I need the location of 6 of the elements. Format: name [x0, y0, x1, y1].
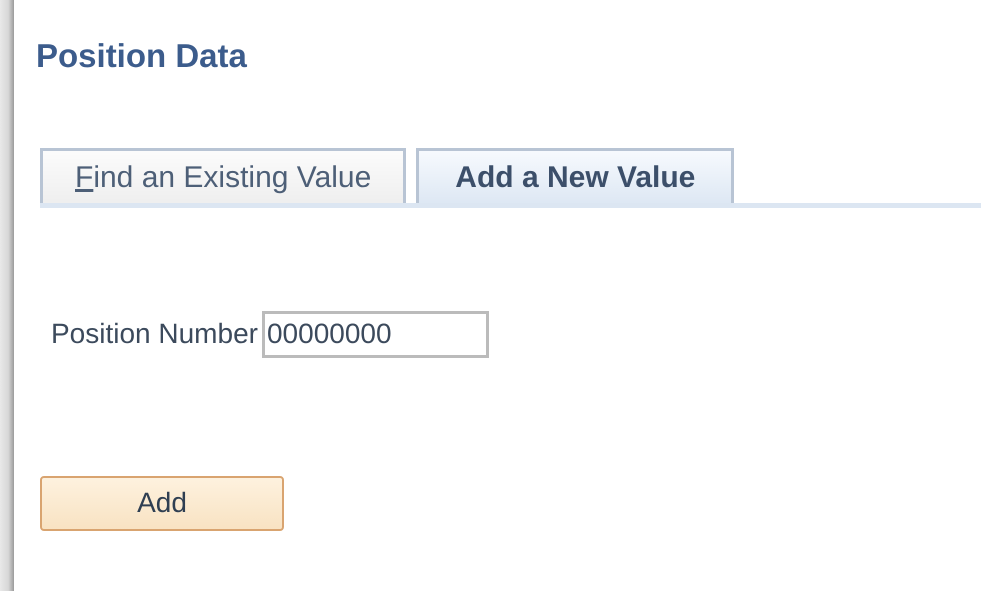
- field-label: Position Number: [51, 318, 258, 350]
- add-button[interactable]: Add: [40, 476, 284, 531]
- input-field[interactable]: 00000000: [262, 310, 489, 358]
- page-title: Position Data: [36, 36, 247, 76]
- tab[interactable]: Add a New Value: [416, 148, 734, 203]
- tab[interactable]: Find an Existing Value: [40, 148, 406, 203]
